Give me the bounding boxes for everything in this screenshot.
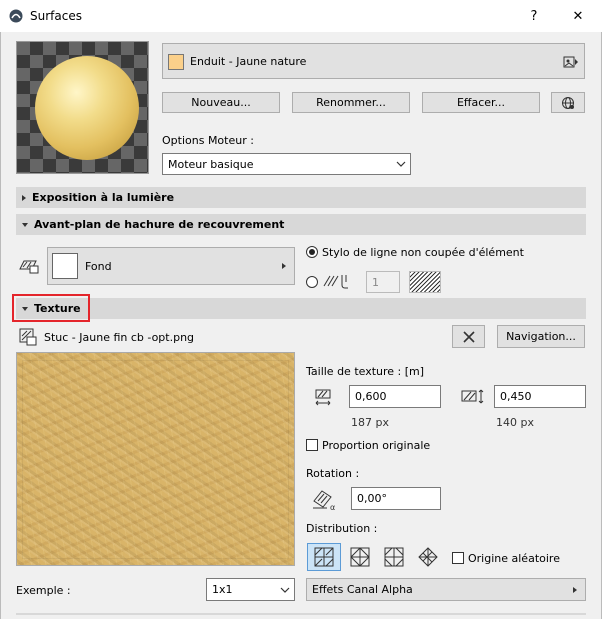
pen-radio-2[interactable] [306, 276, 320, 290]
globe-button[interactable] [551, 92, 585, 113]
texture-file-name: Stuc - Jaune fin cb -opt.png [44, 331, 195, 344]
texture-width-icon [315, 389, 331, 406]
rotation-input[interactable]: 0,00° [351, 487, 441, 510]
help-button[interactable]: ? [514, 0, 554, 32]
engine-select[interactable]: Moteur basique [162, 153, 411, 175]
pen-hatch-icon [323, 275, 348, 289]
surface-color-swatch [168, 54, 184, 70]
proportion-checkbox[interactable] [306, 439, 320, 453]
fill-icon [19, 260, 39, 274]
chevron-down-icon [280, 587, 290, 593]
surface-name: Enduit - Jaune nature [190, 55, 307, 68]
engine-label: Options Moteur : [162, 134, 254, 147]
title-bar [0, 0, 602, 32]
random-origin-checkbox[interactable] [452, 552, 466, 566]
distribution-diamond-icon [418, 547, 438, 567]
highlight-box [12, 294, 90, 322]
distribution-option-3[interactable] [377, 543, 411, 571]
pen-pattern-swatch[interactable] [409, 271, 441, 293]
texture-file-icon [19, 328, 37, 346]
alpha-effects-button[interactable]: Effets Canal Alpha [306, 578, 586, 601]
distribution-option-4[interactable] [411, 543, 445, 571]
distribution-option-2[interactable] [343, 543, 377, 571]
pen-radio-1[interactable] [306, 246, 320, 260]
distribution-mirror-icon [350, 547, 370, 567]
texture-height-px: 140 px [496, 416, 534, 429]
texture-width-px: 187 px [351, 416, 389, 429]
distribution-grid-icon [314, 547, 334, 567]
rotation-label: Rotation : [306, 467, 360, 480]
texture-height-icon [461, 389, 484, 404]
expand-icon [22, 194, 26, 201]
example-label: Exemple : [16, 584, 71, 597]
fill-selector[interactable]: Fond [47, 247, 295, 285]
example-select[interactable]: 1x1 [206, 578, 295, 601]
distribution-label: Distribution : [306, 522, 378, 535]
panel-texture-header[interactable]: Texture [16, 298, 586, 319]
texture-height-input[interactable]: 0,450 [494, 385, 586, 408]
pen-radio-1-label: Stylo de ligne non coupée d'élément [322, 246, 524, 259]
texture-preview [16, 352, 295, 566]
distribution-option-1[interactable] [307, 543, 341, 571]
fill-swatch [52, 253, 78, 279]
remove-texture-button[interactable] [452, 325, 485, 348]
new-button[interactable]: Nouveau... [162, 92, 280, 113]
texture-size-label: Taille de texture : [m] [306, 365, 425, 378]
surface-selector[interactable]: Enduit - Jaune nature [162, 43, 585, 79]
rename-button[interactable]: Renommer... [292, 92, 410, 113]
chevron-right-icon [282, 263, 286, 269]
collapse-icon [22, 222, 28, 227]
random-origin-label: Origine aléatoire [468, 552, 560, 565]
proportion-label: Proportion originale [322, 439, 431, 452]
close-button[interactable]: ✕ [558, 0, 598, 32]
distribution-mirror-h-icon [384, 547, 404, 567]
close-icon [462, 330, 475, 343]
bottom-divider [16, 613, 586, 615]
window-title: Surfaces [30, 9, 82, 23]
chevron-right-icon [573, 587, 577, 593]
surface-library-icon[interactable] [563, 54, 579, 70]
navigation-button[interactable]: Navigation... [497, 325, 585, 348]
rotation-icon: α [313, 490, 335, 511]
app-icon [9, 9, 23, 23]
svg-text:α: α [330, 503, 335, 511]
chevron-down-icon [396, 161, 406, 167]
globe-icon [562, 96, 574, 109]
surface-preview [16, 41, 149, 174]
panel-cover-fill-header[interactable]: Avant-plan de hachure de recouvrement [16, 214, 586, 235]
texture-width-input[interactable]: 0,600 [349, 385, 441, 408]
panel-exposure-header[interactable]: Exposition à la lumière [16, 187, 586, 208]
pen-number-input[interactable]: 1 [366, 271, 400, 293]
preview-sphere [35, 56, 139, 160]
delete-button[interactable]: Effacer... [422, 92, 540, 113]
